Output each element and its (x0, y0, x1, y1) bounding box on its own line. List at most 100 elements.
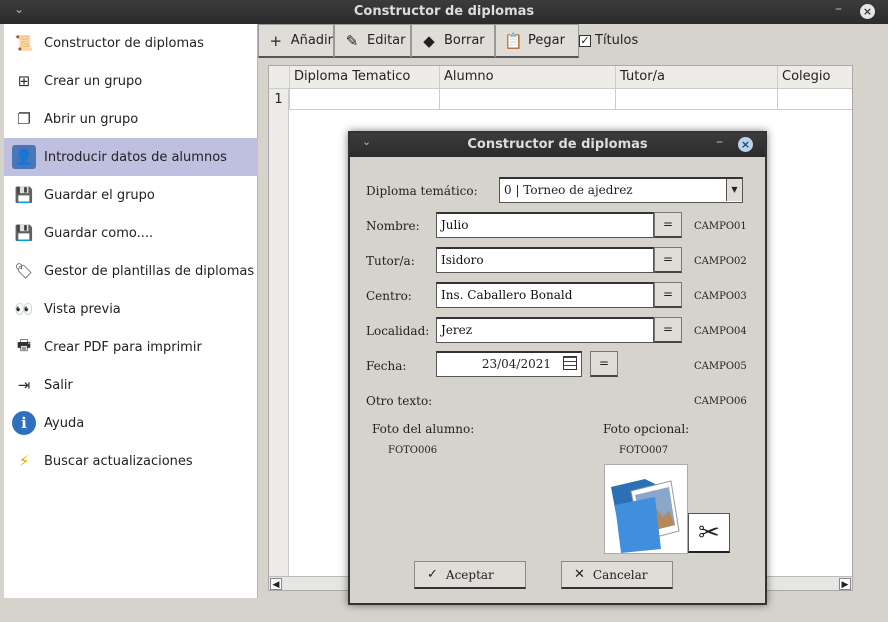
sidebar-item-salir[interactable]: ⇥ Salir (4, 366, 258, 404)
campo-code: CAMPO05 (694, 361, 747, 372)
sidebar-item-label: Salir (44, 377, 73, 393)
close-button[interactable]: × (860, 4, 875, 19)
nombre-input[interactable]: Julio (436, 212, 654, 238)
column-header[interactable]: Alumno (439, 66, 615, 89)
add-button-label: Añadir (290, 33, 333, 48)
eraser-icon: ◆ (423, 31, 435, 50)
student-data-dialog: ⌄ Constructor de diplomas – × Diploma te… (348, 131, 767, 605)
lightning-icon: ⚡ (18, 452, 30, 470)
sidebar-item-label: Guardar el grupo (44, 187, 155, 203)
titles-checkbox-label: Títulos (595, 33, 639, 48)
clipboard-icon: 📋 (504, 31, 523, 50)
delete-button[interactable]: ◆ Borrar (411, 24, 495, 58)
scissors-icon: ✂ (698, 517, 720, 548)
window-titlebar: ⌄ Constructor de diplomas – × (0, 0, 888, 24)
add-button[interactable]: + Añadir (258, 24, 334, 58)
scroll-left-icon[interactable]: ◀ (270, 578, 282, 590)
plus-icon: + (269, 31, 283, 50)
calendar-icon[interactable] (563, 356, 577, 370)
sidebar-item-crear-pdf[interactable]: 🖶 Crear PDF para imprimir (4, 328, 258, 366)
titles-checkbox-wrap[interactable]: ✓ Títulos (579, 33, 638, 48)
sidebar-item-abrir-grupo[interactable]: ❐ Abrir un grupo (4, 100, 258, 138)
save-as-icon: 💾 (14, 224, 34, 242)
sidebar-item-buscar-actualizaciones[interactable]: ⚡ Buscar actualizaciones (4, 442, 258, 480)
column-header[interactable]: Tutor/a (615, 66, 777, 89)
table-cell[interactable] (615, 89, 777, 110)
diploma-select-value: 0 | Torneo de ajedrez (504, 183, 633, 197)
copy-icon: ❐ (17, 110, 31, 128)
foto-alumno-code: FOTO006 (388, 445, 438, 456)
sidebar-item-label: Guardar como.... (44, 225, 154, 241)
localidad-input[interactable]: Jerez (436, 317, 654, 343)
localidad-label: Localidad: (366, 324, 430, 338)
otro-texto-label: Otro texto: (366, 394, 433, 408)
foto-opcional-label: Foto opcional: (603, 422, 690, 436)
sidebar: 📜 Constructor de diplomas ⊞ Crear un gru… (4, 24, 258, 598)
scissors-button[interactable]: ✂ (688, 513, 730, 553)
sidebar-item-vista-previa[interactable]: 👀 Vista previa (4, 290, 258, 328)
image-folder-icon (611, 479, 680, 553)
column-header[interactable]: Diploma Tematico (289, 66, 439, 89)
dialog-minimize-button[interactable]: – (716, 134, 723, 150)
info-icon: ℹ (12, 411, 36, 435)
edit-button[interactable]: ✎ Editar (334, 24, 411, 58)
tutor-input[interactable]: Isidoro (436, 247, 654, 273)
centro-label: Centro: (366, 289, 412, 303)
cancel-button-label: Cancelar (592, 567, 648, 582)
centro-input[interactable]: Ins. Caballero Bonald (436, 282, 654, 308)
sidebar-item-label: Crear un grupo (44, 73, 143, 89)
sidebar-item-label: Gestor de plantillas de diplomas (44, 263, 255, 279)
sidebar-item-guardar-grupo[interactable]: 💾 Guardar el grupo (4, 176, 258, 214)
table-header: Diploma Tematico Alumno Tutor/a Colegio (269, 66, 852, 89)
printer-icon: 🖶 (16, 335, 32, 354)
accept-button[interactable]: ✓ Aceptar (414, 561, 526, 589)
paste-button[interactable]: 📋 Pegar (495, 24, 579, 58)
titles-checkbox[interactable]: ✓ (579, 34, 591, 47)
fecha-label: Fecha: (366, 359, 407, 373)
table-cell[interactable] (439, 89, 615, 110)
cancel-button[interactable]: ✕ Cancelar (561, 561, 673, 589)
scroll-right-icon[interactable]: ▶ (839, 578, 851, 590)
localidad-equals-button[interactable]: = (654, 317, 682, 343)
table-cell[interactable] (289, 89, 439, 110)
minimize-button[interactable]: – (835, 1, 842, 17)
fecha-equals-button[interactable]: = (590, 351, 618, 377)
templates-icon: 🏷 (14, 262, 34, 280)
sidebar-item-constructor[interactable]: 📜 Constructor de diplomas (4, 24, 258, 62)
sidebar-item-label: Crear PDF para imprimir (44, 339, 202, 355)
sidebar-item-label: Buscar actualizaciones (44, 453, 193, 469)
paste-button-label: Pegar (528, 33, 565, 48)
sidebar-item-label: Vista previa (44, 301, 121, 317)
x-icon: ✕ (574, 567, 585, 582)
delete-button-label: Borrar (444, 33, 485, 48)
tutor-equals-button[interactable]: = (654, 247, 682, 273)
window-title: Constructor de diplomas (353, 4, 535, 19)
sidebar-item-label: Ayuda (44, 415, 85, 431)
optional-photo-box[interactable] (604, 464, 688, 554)
sidebar-item-gestor-plantillas[interactable]: 🏷 Gestor de plantillas de diplomas (4, 252, 258, 290)
sidebar-item-introducir-datos[interactable]: 👤 Introducir datos de alumnos (4, 138, 258, 176)
sidebar-item-ayuda[interactable]: ℹ Ayuda (4, 404, 258, 442)
campo-code: CAMPO04 (694, 326, 747, 337)
diploma-icon: 📜 (14, 34, 34, 52)
foto-alumno-label: Foto del alumno: (372, 422, 475, 436)
campo-code: CAMPO03 (694, 291, 747, 302)
centro-equals-button[interactable]: = (654, 282, 682, 308)
campo-code: CAMPO01 (694, 221, 747, 232)
eyes-icon: 👀 (14, 300, 34, 318)
user-icon: 👤 (12, 145, 36, 169)
column-header[interactable]: Colegio (777, 66, 852, 89)
dialog-titlebar: ⌄ Constructor de diplomas – × (350, 133, 765, 157)
nombre-equals-button[interactable]: = (654, 212, 682, 238)
row-number[interactable]: 1 (269, 89, 289, 110)
dialog-close-button[interactable]: × (738, 137, 753, 152)
diploma-select[interactable]: 0 | Torneo de ajedrez ▼ (499, 177, 743, 203)
fecha-date-input[interactable]: 23/04/2021 (436, 351, 582, 377)
sidebar-item-crear-grupo[interactable]: ⊞ Crear un grupo (4, 62, 258, 100)
sidebar-item-guardar-como[interactable]: 💾 Guardar como.... (4, 214, 258, 252)
chevron-down-icon[interactable]: ▼ (726, 179, 742, 201)
diploma-label: Diploma temático: (366, 184, 478, 198)
table-cell[interactable] (777, 89, 852, 110)
fecha-value: 23/04/2021 (481, 357, 551, 371)
check-icon: ✓ (427, 567, 438, 582)
